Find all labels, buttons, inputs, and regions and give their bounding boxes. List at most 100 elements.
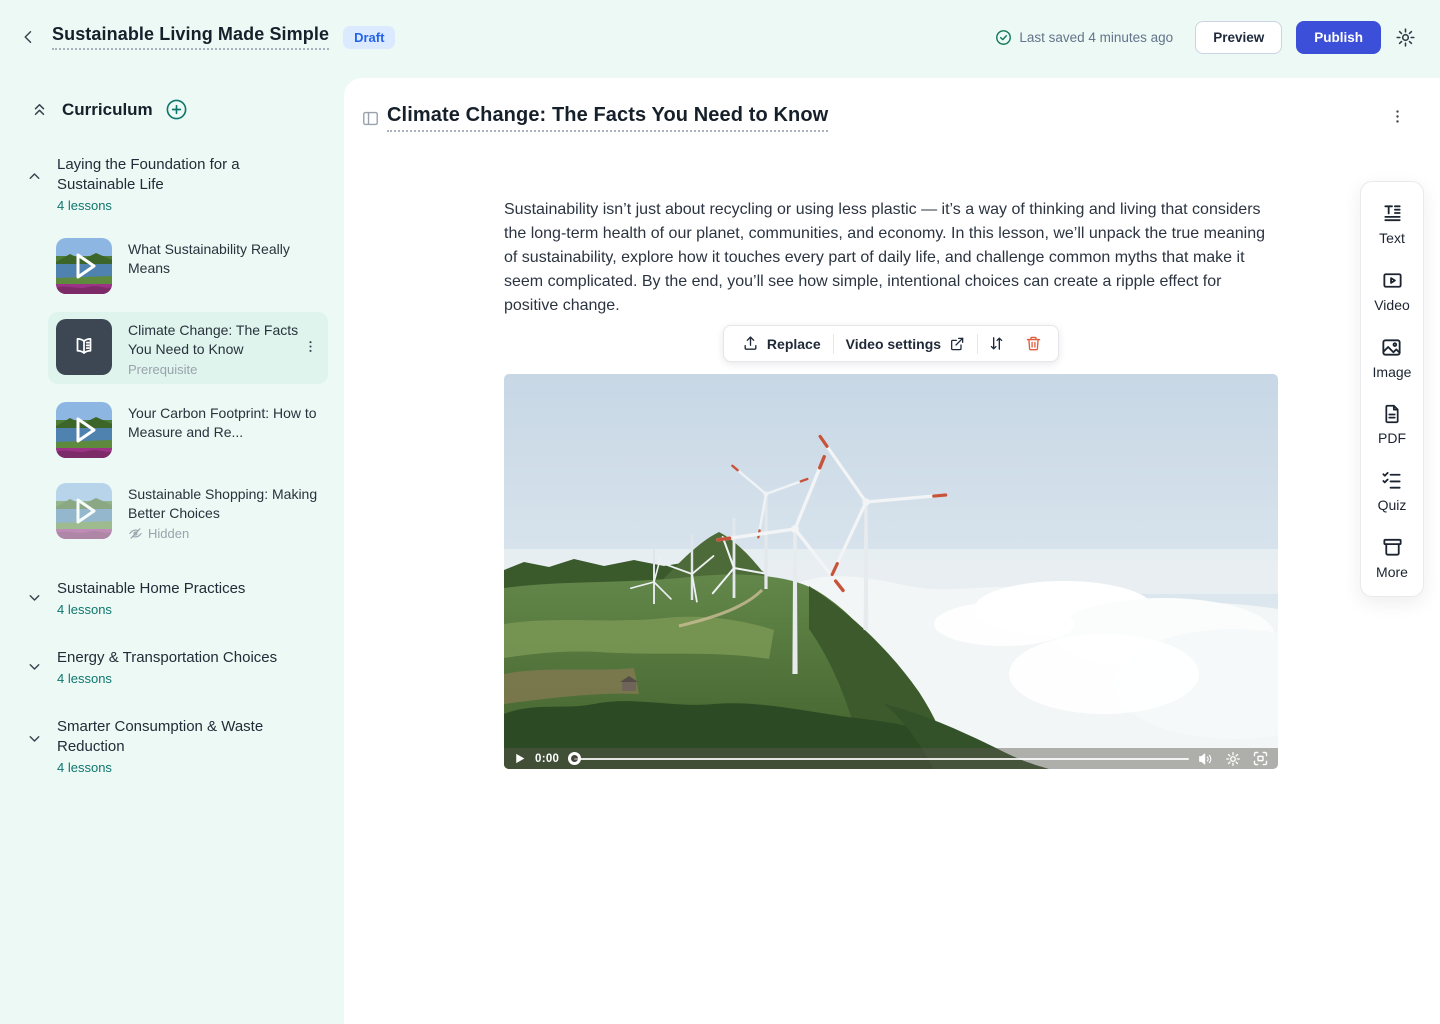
settings-button[interactable] xyxy=(1395,27,1416,48)
insert-text-button[interactable]: Text xyxy=(1379,202,1405,246)
fullscreen-icon xyxy=(1252,750,1269,767)
curriculum-title: Curriculum xyxy=(62,100,153,120)
fullscreen-button[interactable] xyxy=(1252,750,1269,767)
last-saved-status: Last saved 4 minutes ago xyxy=(995,29,1173,46)
video-controls: 0:00 xyxy=(504,748,1278,769)
top-bar-right: Last saved 4 minutes ago Preview Publish xyxy=(995,21,1416,54)
curriculum-section: Sustainable Home Practices 4 lessons xyxy=(0,579,344,617)
quality-settings-button[interactable] xyxy=(1225,751,1241,767)
insert-item-label: Text xyxy=(1379,230,1405,246)
insert-video-button[interactable]: Video xyxy=(1374,269,1410,313)
section-title: Laying the Foundation for a Sustainable … xyxy=(57,155,320,195)
lesson-item-hidden[interactable]: Sustainable Shopping: Making Better Choi… xyxy=(48,476,328,548)
gear-icon xyxy=(1225,751,1241,767)
external-link-icon xyxy=(949,336,965,352)
insert-quiz-button[interactable]: Quiz xyxy=(1378,469,1407,513)
lesson-body: Sustainable Shopping: Making Better Choi… xyxy=(128,483,320,541)
thumbnail-art xyxy=(56,483,112,539)
eye-off-icon xyxy=(128,526,143,541)
add-section-button[interactable] xyxy=(165,98,188,121)
section-expand-button[interactable] xyxy=(26,658,43,678)
insert-item-label: Video xyxy=(1374,297,1410,313)
quiz-block-icon xyxy=(1380,469,1403,492)
preview-button[interactable]: Preview xyxy=(1195,21,1282,54)
play-button[interactable] xyxy=(513,752,526,765)
course-title[interactable]: Sustainable Living Made Simple xyxy=(52,24,329,50)
curriculum-section: Energy & Transportation Choices 4 lesson… xyxy=(0,648,344,686)
last-saved-text: Last saved 4 minutes ago xyxy=(1019,30,1173,45)
lesson-body: What Sustainability Really Means xyxy=(128,238,320,278)
lesson-title: Your Carbon Footprint: How to Measure an… xyxy=(128,404,320,442)
replace-button[interactable]: Replace xyxy=(730,329,833,358)
video-thumbnail xyxy=(56,483,112,539)
seek-track xyxy=(574,758,1189,760)
section-header[interactable]: Laying the Foundation for a Sustainable … xyxy=(0,155,344,213)
section-expand-button[interactable] xyxy=(26,589,43,609)
delete-block-button[interactable] xyxy=(1015,329,1052,358)
video-block[interactable]: 0:00 xyxy=(504,374,1278,769)
lesson-title: Climate Change: The Facts You Need to Kn… xyxy=(128,321,320,359)
top-bar-left: Sustainable Living Made Simple Draft xyxy=(20,24,395,50)
check-circle-icon xyxy=(995,29,1012,46)
video-controls-right xyxy=(1198,750,1269,767)
text-block-icon xyxy=(1381,202,1404,225)
chevron-down-icon xyxy=(26,658,43,675)
lesson-item[interactable]: What Sustainability Really Means xyxy=(48,231,328,301)
lesson-item[interactable]: Your Carbon Footprint: How to Measure an… xyxy=(48,395,328,465)
section-lesson-count: 4 lessons xyxy=(57,198,320,213)
top-bar: Sustainable Living Made Simple Draft Las… xyxy=(0,0,1440,78)
video-settings-button[interactable]: Video settings xyxy=(834,330,977,358)
page-title[interactable]: Climate Change: The Facts You Need to Kn… xyxy=(387,104,828,132)
move-block-button[interactable] xyxy=(978,329,1015,358)
insert-block-panel: Text Video Image PDF Quiz More xyxy=(1360,181,1424,597)
panel-left-icon xyxy=(361,109,380,128)
thumbnail-art xyxy=(56,402,112,458)
video-poster-wind-turbines xyxy=(504,374,1278,769)
chevron-down-icon xyxy=(26,589,43,606)
toggle-sidebar-button[interactable] xyxy=(361,109,380,128)
lesson-meta: Hidden xyxy=(128,526,320,541)
lesson-title: Sustainable Shopping: Making Better Choi… xyxy=(128,485,320,523)
section-expand-button[interactable] xyxy=(26,730,43,750)
video-time: 0:00 xyxy=(535,753,559,765)
back-button[interactable] xyxy=(20,28,38,46)
seek-knob[interactable] xyxy=(568,752,581,765)
volume-button[interactable] xyxy=(1198,751,1214,767)
collapse-all-button[interactable] xyxy=(30,100,49,119)
double-chevron-up-icon xyxy=(30,100,49,119)
video-thumbnail xyxy=(56,238,112,294)
trash-icon xyxy=(1025,335,1042,352)
seek-bar[interactable] xyxy=(568,752,1189,765)
gear-icon xyxy=(1395,27,1416,48)
insert-more-button[interactable]: More xyxy=(1376,536,1408,580)
lesson-body: Your Carbon Footprint: How to Measure an… xyxy=(128,402,320,442)
insert-item-label: PDF xyxy=(1378,430,1406,446)
insert-image-button[interactable]: Image xyxy=(1373,336,1412,380)
status-badge: Draft xyxy=(343,26,395,49)
section-collapse-button[interactable] xyxy=(26,168,43,188)
section-title: Energy & Transportation Choices xyxy=(57,648,320,668)
curriculum-section: Smarter Consumption & Waste Reduction 4 … xyxy=(0,717,344,775)
insert-item-label: More xyxy=(1376,564,1408,580)
plus-circle-icon xyxy=(165,98,188,121)
publish-button[interactable]: Publish xyxy=(1296,21,1381,54)
lesson-options-button[interactable] xyxy=(1389,108,1406,128)
lesson-header: Climate Change: The Facts You Need to Kn… xyxy=(344,78,1440,132)
section-header[interactable]: Energy & Transportation Choices 4 lesson… xyxy=(0,648,344,686)
lesson-paragraph[interactable]: Sustainability isn’t just about recyclin… xyxy=(504,198,1278,318)
curriculum-header: Curriculum xyxy=(0,98,344,121)
lesson-menu-button[interactable] xyxy=(303,339,318,357)
insert-item-label: Quiz xyxy=(1378,497,1407,513)
section-title: Smarter Consumption & Waste Reduction xyxy=(57,717,320,757)
section-header[interactable]: Sustainable Home Practices 4 lessons xyxy=(0,579,344,617)
image-block-icon xyxy=(1380,336,1403,359)
insert-item-label: Image xyxy=(1373,364,1412,380)
section-header[interactable]: Smarter Consumption & Waste Reduction 4 … xyxy=(0,717,344,775)
section-lesson-count: 4 lessons xyxy=(57,760,320,775)
section-lesson-count: 4 lessons xyxy=(57,671,320,686)
chevron-down-icon xyxy=(26,730,43,747)
insert-pdf-button[interactable]: PDF xyxy=(1378,403,1406,446)
lesson-item-selected[interactable]: Climate Change: The Facts You Need to Kn… xyxy=(48,312,328,384)
lesson-meta-text: Hidden xyxy=(148,526,189,541)
book-open-icon xyxy=(71,334,97,360)
